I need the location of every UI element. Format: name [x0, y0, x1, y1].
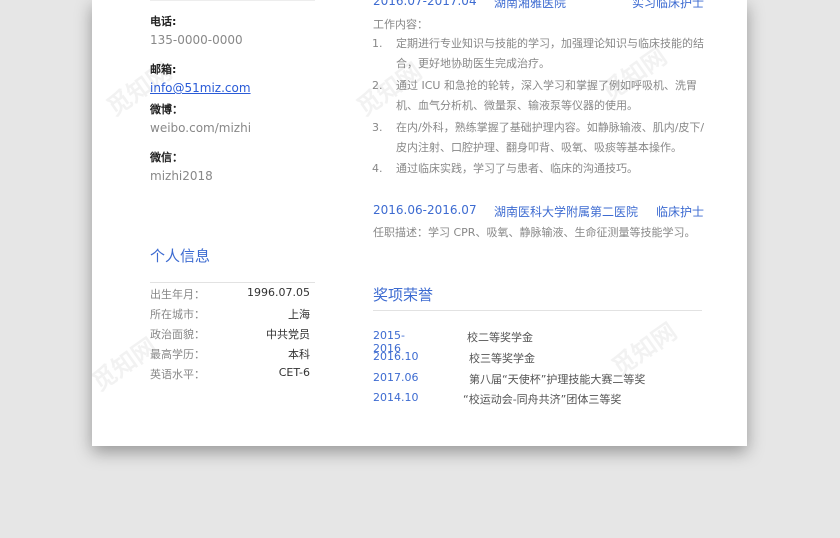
duty-number: 1. — [372, 37, 383, 50]
award-name: 第八届“天使杯”护理技能大赛二等奖 — [469, 373, 646, 386]
experience-role: 临床护士 — [656, 205, 705, 219]
award-date: 2014.10 — [373, 391, 419, 404]
weibo-label: 微博： — [150, 103, 183, 116]
duty-number: 3. — [372, 121, 383, 134]
experience-period: 2016.07-2017.04 — [373, 0, 477, 8]
info-key: 政治面貌： — [150, 328, 205, 341]
weibo-value: weibo.com/mizhi — [150, 121, 252, 135]
email-label: 邮箱: — [150, 63, 177, 76]
divider — [150, 0, 315, 1]
duty-text: 在内/外科，熟练掌握了基础护理内容。如静脉输液、肌内/皮下/皮内注射、口腔护理、… — [396, 121, 705, 154]
info-key: 英语水平： — [150, 368, 205, 381]
info-value: 中共党员 — [266, 328, 310, 341]
info-key: 出生年月： — [150, 288, 205, 301]
work-content-label: 工作内容： — [373, 18, 428, 31]
info-value: 1996.07.05 — [247, 286, 310, 299]
award-name: “校运动会-同舟共济”团体三等奖 — [463, 393, 622, 406]
awards-title: 奖项荣誉 — [373, 286, 434, 304]
resume-page: 觅知网 觅知网 觅知网 觅知网 觅知网 电话: 135-0000-0000 邮箱… — [92, 0, 747, 446]
award-name: 校二等奖学金 — [467, 331, 533, 344]
experience-org: 湖南湘雅医院 — [494, 0, 567, 10]
divider — [373, 310, 702, 311]
info-key: 所在城市： — [150, 308, 205, 321]
experience-role: 实习临床护士 — [632, 0, 705, 10]
duty-number: 4. — [372, 162, 383, 175]
info-value: CET-6 — [278, 366, 310, 379]
divider — [150, 282, 315, 283]
phone-label: 电话: — [150, 15, 177, 28]
experience-org: 湖南医科大学附属第二医院 — [494, 205, 639, 219]
experience-description: 任职描述：学习 CPR、吸氧、静脉输液、生命征测量等技能学习。 — [373, 226, 696, 239]
email-link[interactable]: info@51miz.com — [150, 81, 251, 95]
phone-value: 135-0000-0000 — [150, 33, 243, 47]
award-date: 2017.06 — [373, 371, 419, 384]
duty-text: 通过临床实践，学习了与患者、临床的沟通技巧。 — [396, 162, 638, 175]
personal-info-title: 个人信息 — [150, 247, 211, 265]
award-name: 校三等奖学金 — [469, 352, 535, 365]
duty-number: 2. — [372, 79, 383, 92]
info-value: 上海 — [288, 308, 310, 321]
info-value: 本科 — [288, 348, 310, 361]
wechat-label: 微信： — [150, 151, 183, 164]
info-key: 最高学历： — [150, 348, 205, 361]
duty-text: 定期进行专业知识与技能的学习，加强理论知识与临床技能的结合，更好地协助医生完成治… — [396, 37, 704, 70]
experience-period: 2016.06-2016.07 — [373, 203, 477, 217]
award-date: 2016.10 — [373, 350, 419, 363]
duty-text: 通过 ICU 和急抢的轮转，深入学习和掌握了例如呼吸机、洗胃机、血气分析机、微量… — [396, 79, 697, 112]
wechat-value: mizhi2018 — [150, 169, 213, 183]
